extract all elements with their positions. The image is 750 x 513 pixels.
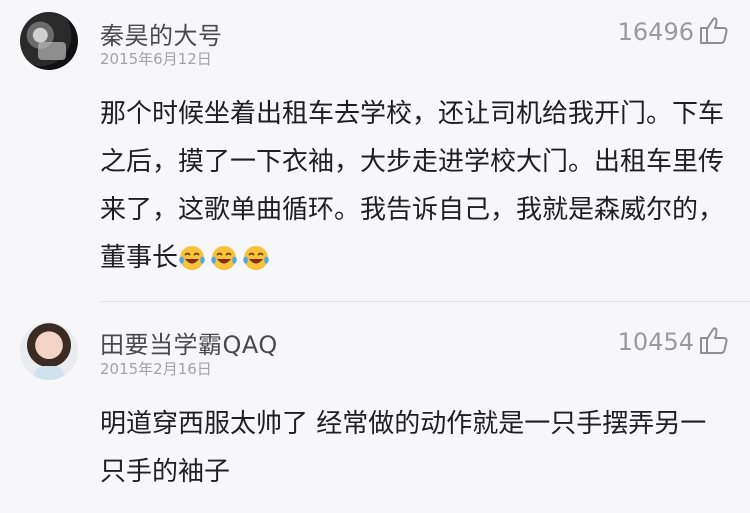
comment-text: 明道穿西服太帅了 经常做的动作就是一只手摆弄另一只手的袖子 [100,400,730,496]
thumbs-up-icon[interactable] [698,324,730,356]
laughing-tears-emoji [211,246,237,270]
comment-item: 田要当学霸QAQ 2015年2月16日 10454 明道穿西服太帅了 经常做的动… [0,302,750,513]
comment-item: 秦昊的大号 2015年6月12日 16496 那个时候坐着出租车去学校，还让司机… [0,0,750,302]
laughing-tears-emoji [179,246,205,270]
laughing-tears-emoji [243,246,269,270]
like-count: 10454 [617,328,694,356]
emoji-row [178,240,274,288]
avatar[interactable] [20,12,78,70]
comment-date: 2015年6月12日 [100,50,212,68]
comment-username[interactable]: 秦昊的大号 [100,16,223,51]
like-count: 16496 [617,18,694,46]
comment-text: 那个时候坐着出租车去学校，还让司机给我开门。下车之后，摸了一下衣袖，大步走进学校… [100,90,730,288]
comment-date: 2015年2月16日 [100,360,212,378]
comment-username[interactable]: 田要当学霸QAQ [100,325,278,360]
thumbs-up-icon[interactable] [698,14,730,46]
avatar[interactable] [20,322,78,380]
comment-body: 明道穿西服太帅了 经常做的动作就是一只手摆弄另一只手的袖子 [100,409,707,487]
